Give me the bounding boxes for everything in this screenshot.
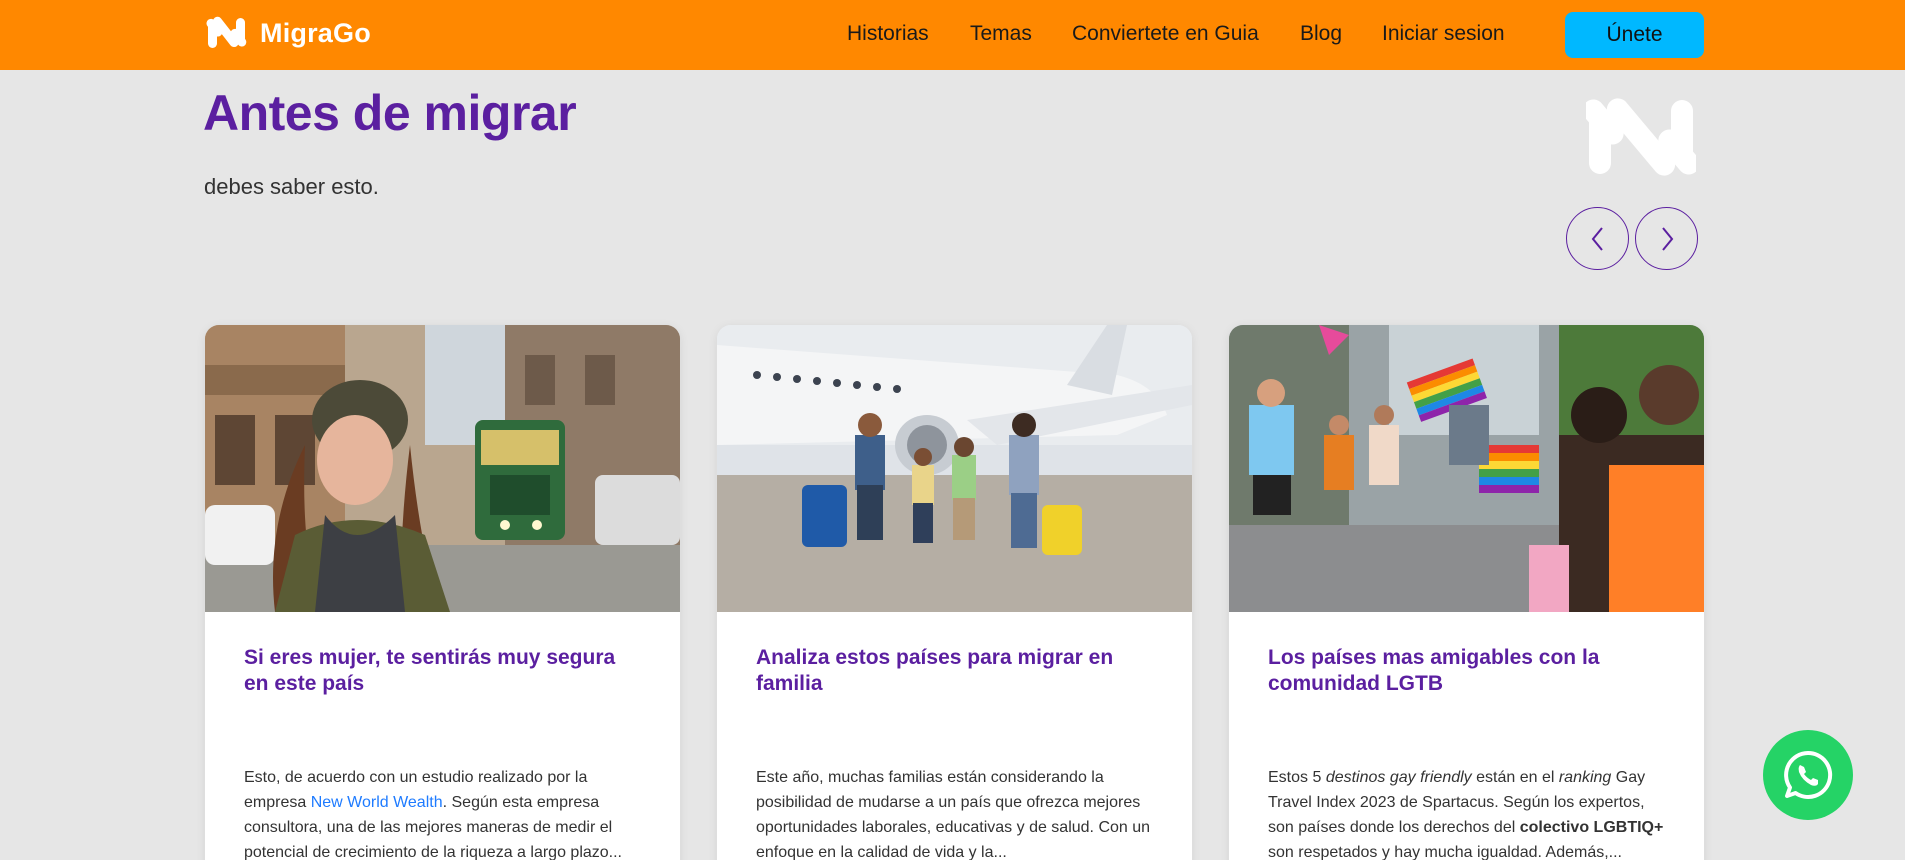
top-navbar: MigraGo Historias Temas Conviertete en G… bbox=[0, 0, 1905, 70]
card-title[interactable]: Analiza estos países para migrar en fami… bbox=[756, 645, 1156, 697]
family-airplane-image bbox=[717, 325, 1192, 612]
card-title[interactable]: Si eres mujer, te sentirás muy segura en… bbox=[244, 645, 644, 697]
whatsapp-button[interactable] bbox=[1763, 730, 1853, 820]
nav-historias[interactable]: Historias bbox=[847, 22, 929, 46]
card-excerpt-italic: ranking bbox=[1558, 769, 1612, 786]
carousel-prev-button[interactable] bbox=[1566, 207, 1629, 270]
join-button[interactable]: Únete bbox=[1565, 12, 1704, 58]
brand-name: MigraGo bbox=[260, 17, 371, 48]
nav-conviertete-en-guia[interactable]: Conviertete en Guia bbox=[1072, 22, 1259, 46]
card-excerpt-text: Estos 5 bbox=[1268, 769, 1326, 786]
card-excerpt-text: están en el bbox=[1471, 769, 1559, 786]
section-title: Antes de migrar bbox=[203, 85, 577, 141]
card-title[interactable]: Los países mas amigables con la comunida… bbox=[1268, 645, 1668, 697]
brand[interactable]: MigraGo bbox=[206, 16, 371, 50]
migrago-watermark-icon bbox=[1586, 98, 1696, 176]
carousel-next-button[interactable] bbox=[1635, 207, 1698, 270]
migrago-logo-icon bbox=[206, 16, 247, 48]
woman-city-street-image bbox=[205, 325, 680, 612]
card-excerpt: Estos 5 destinos gay friendly están en e… bbox=[1268, 765, 1673, 860]
article-card[interactable]: Analiza estos países para migrar en fami… bbox=[717, 325, 1192, 860]
card-image-family-airplane[interactable] bbox=[717, 325, 1192, 612]
section-subtitle: debes saber esto. bbox=[204, 174, 379, 199]
whatsapp-icon bbox=[1784, 750, 1833, 799]
card-image-pride-parade[interactable] bbox=[1229, 325, 1704, 612]
pride-parade-image bbox=[1229, 325, 1704, 612]
article-card[interactable]: Si eres mujer, te sentirás muy segura en… bbox=[205, 325, 680, 860]
nav-blog[interactable]: Blog bbox=[1300, 22, 1342, 46]
nav-iniciar-sesion[interactable]: Iniciar sesion bbox=[1382, 22, 1505, 46]
card-excerpt-text: son respetados y hay mucha igualdad. Ade… bbox=[1268, 844, 1622, 860]
card-excerpt-bold: colectivo LGBTIQ+ bbox=[1519, 819, 1664, 836]
card-image-woman-tram[interactable] bbox=[205, 325, 680, 612]
card-excerpt-italic: destinos gay friendly bbox=[1325, 769, 1472, 786]
chevron-right-icon bbox=[1661, 226, 1673, 251]
nav-temas[interactable]: Temas bbox=[970, 22, 1032, 46]
chevron-left-icon bbox=[1591, 226, 1603, 251]
new-world-wealth-link[interactable]: New World Wealth bbox=[311, 794, 443, 811]
article-card[interactable]: Los países mas amigables con la comunida… bbox=[1229, 325, 1704, 860]
card-excerpt: Esto, de acuerdo con un estudio realizad… bbox=[244, 765, 649, 860]
card-excerpt: Este año, muchas familias están consider… bbox=[756, 769, 1151, 860]
